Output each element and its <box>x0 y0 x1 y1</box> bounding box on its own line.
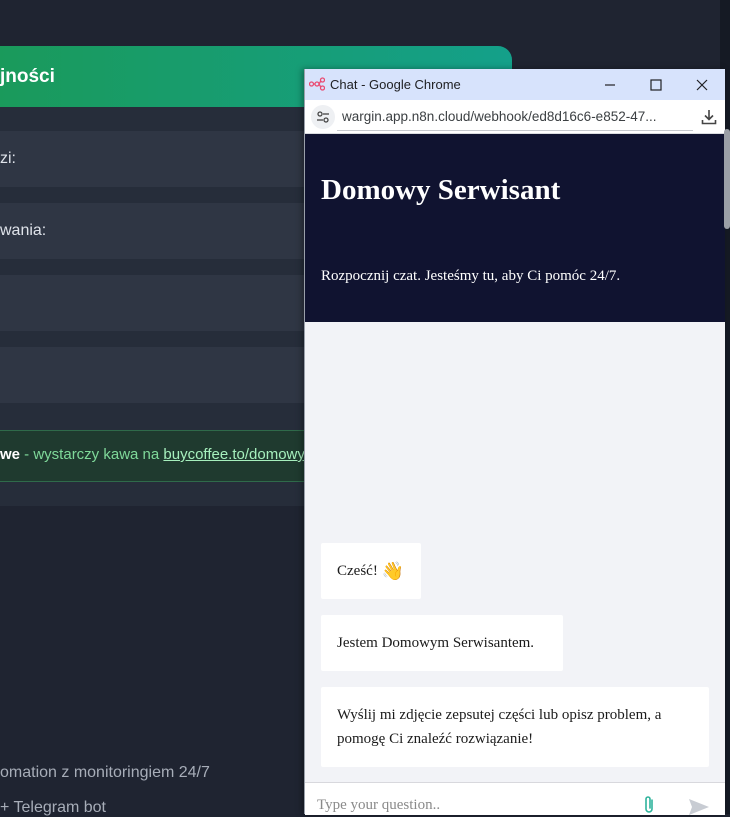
window-titlebar[interactable]: Chat - Google Chrome <box>305 69 725 100</box>
chat-subtitle: Rozpocznij czat. Jesteśmy tu, aby Ci pom… <box>321 268 621 284</box>
chat-title: Domowy Serwisant <box>321 174 561 206</box>
chat-message: Jestem Domowym Serwisantem. <box>321 615 563 671</box>
background-footer-line-1: omation z monitoringiem 24/7 <box>0 764 210 781</box>
site-info-button[interactable] <box>311 105 335 129</box>
chat-input-bar <box>305 782 725 815</box>
close-button[interactable] <box>679 69 725 100</box>
promo-bold: we <box>0 446 21 463</box>
send-icon[interactable] <box>687 797 711 817</box>
background-field-1[interactable] <box>0 131 305 187</box>
background-footer-line-2: + Telegram bot <box>0 799 106 816</box>
url-text[interactable]: wargin.app.n8n.cloud/webhook/ed8d16c6-e8… <box>342 109 672 124</box>
background-field-1-label: zi: <box>0 150 16 167</box>
window-title: Chat - Google Chrome <box>330 77 461 92</box>
address-bar: wargin.app.n8n.cloud/webhook/ed8d16c6-e8… <box>305 100 725 134</box>
tune-icon <box>317 111 329 123</box>
chat-header: Domowy Serwisant Rozpocznij czat. Jesteś… <box>305 134 725 322</box>
minimize-icon <box>605 83 615 86</box>
message-text: Jestem Domowym Serwisantem. <box>337 635 535 651</box>
background-field-4[interactable] <box>0 347 305 403</box>
chat-message: Wyślij mi zdjęcie zepsutej części lub op… <box>321 687 709 767</box>
background-field-2-label: wania: <box>0 222 47 239</box>
chat-message: Cześć! 👋 <box>321 543 421 599</box>
maximize-icon <box>650 78 662 91</box>
waving-hand-icon: 👋 <box>381 561 404 581</box>
page-scrollbar[interactable] <box>724 129 730 229</box>
n8n-logo-icon <box>309 77 325 91</box>
close-icon <box>696 79 708 90</box>
paperclip-icon[interactable] <box>641 795 657 815</box>
minimize-button[interactable] <box>587 69 633 100</box>
chat-messages: Cześć! 👋 Jestem Domowym Serwisantem. Wyś… <box>305 322 725 782</box>
message-text: Cześć! <box>337 563 378 579</box>
url-underline <box>337 130 693 131</box>
download-button[interactable] <box>697 105 721 129</box>
background-promo-text: we - wystarczy kawa na buycoffee.to/domo… <box>0 446 305 463</box>
maximize-button[interactable] <box>633 69 679 100</box>
background-header-title: jności <box>0 66 55 87</box>
chat-input[interactable] <box>317 797 617 814</box>
promo-text: - wystarczy kawa na <box>20 446 164 463</box>
message-text: Wyślij mi zdjęcie zepsutej części lub op… <box>337 707 662 747</box>
background-field-3[interactable] <box>0 275 305 331</box>
promo-link[interactable]: buycoffee.to/domowy <box>163 446 304 463</box>
download-icon <box>701 110 717 125</box>
chrome-chat-window: Chat - Google Chrome wargin.app.n8n.clou… <box>304 69 725 815</box>
